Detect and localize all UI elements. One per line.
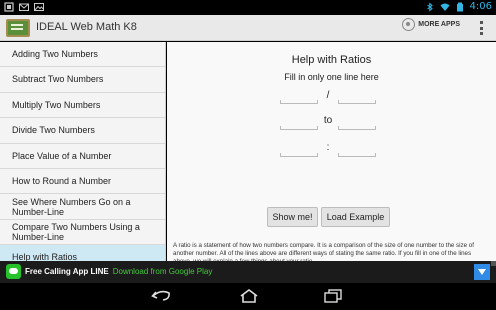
app-title: IDEAL Web Math K8 [36,21,137,33]
menu-item-round[interactable]: How to Round a Number [0,169,165,195]
ratio-panel: Help with Ratios Fill in only one line h… [167,42,496,265]
menu-item-label: Multiply Two Numbers [12,99,101,110]
show-me-button[interactable]: Show me! [267,207,318,227]
to-separator: to [323,115,333,126]
ratio-to-second-input[interactable] [338,119,376,130]
navigation-bar [0,283,496,310]
ad-cta: Download from Google Play [112,267,213,276]
menu-item-adding[interactable]: Adding Two Numbers [0,42,165,68]
menu-item-divide[interactable]: Divide Two Numbers [0,118,165,144]
more-apps-icon [402,18,416,31]
ratio-colon-first-input[interactable] [280,146,318,157]
menu-item-place-value[interactable]: Place Value of a Number [0,144,165,169]
status-time: 4:06 [469,1,492,12]
status-bar: 4:06 [0,0,496,15]
ratio-to-first-input[interactable] [280,119,318,130]
app-logo-icon[interactable] [6,19,30,37]
bluetooth-icon [426,1,433,12]
recent-apps-icon[interactable] [322,289,344,303]
menu-item-label: How to Round a Number [12,175,112,186]
menu-item-label: Compare Two Numbers Using a Number-Line [12,222,140,243]
notification-icon [4,2,14,12]
ratio-slash-first-input[interactable] [280,93,318,104]
menu-item-compare[interactable]: Compare Two Numbers Using a Number-Line [0,220,165,246]
menu-item-label: See Where Numbers Go on a Number-Line [12,196,131,218]
more-apps-button[interactable]: MORE APPS [402,18,460,31]
line-logo-icon [6,264,21,279]
menu-item-label: Place Value of a Number [12,150,112,161]
image-icon [34,3,44,11]
menu-item-label: Subtract Two Numbers [12,74,104,85]
ad-app-name: Free Calling App LINE [25,267,109,276]
topic-menu: Adding Two Numbers Subtract Two Numbers … [0,42,166,261]
page-title: Help with Ratios [291,54,372,66]
menu-item-multiply[interactable]: Multiply Two Numbers [0,93,165,119]
home-icon[interactable] [238,289,260,303]
ad-info-icon[interactable] [491,261,496,266]
load-example-button[interactable]: Load Example [321,207,390,227]
wifi-icon [440,3,450,11]
gmail-icon [19,3,29,11]
menu-item-subtract[interactable]: Subtract Two Numbers [0,67,165,93]
back-icon[interactable] [150,289,172,303]
colon-separator: : [326,142,330,153]
menu-item-label: Help with Ratios [12,252,78,261]
menu-item-label: Adding Two Numbers [12,49,98,60]
overflow-menu-icon[interactable] [480,21,484,35]
ad-banner[interactable]: Free Calling App LINE Download from Googl… [0,261,496,283]
ratio-slash-second-input[interactable] [338,93,376,104]
download-arrow-icon[interactable] [474,264,490,280]
action-bar: IDEAL Web Math K8 MORE APPS [0,15,496,41]
slash-separator: / [326,90,330,101]
ad-text: Free Calling App LINE Download from Googl… [25,267,212,276]
instruction-text: Fill in only one line here [284,72,379,82]
menu-item-ratios[interactable]: Help with Ratios [0,245,165,261]
menu-item-number-line[interactable]: See Where Numbers Go on a Number-Line [0,194,165,220]
more-apps-label: MORE APPS [418,21,460,28]
ratio-colon-second-input[interactable] [338,146,376,157]
battery-icon [456,2,463,11]
menu-item-label: Divide Two Numbers [12,125,95,136]
